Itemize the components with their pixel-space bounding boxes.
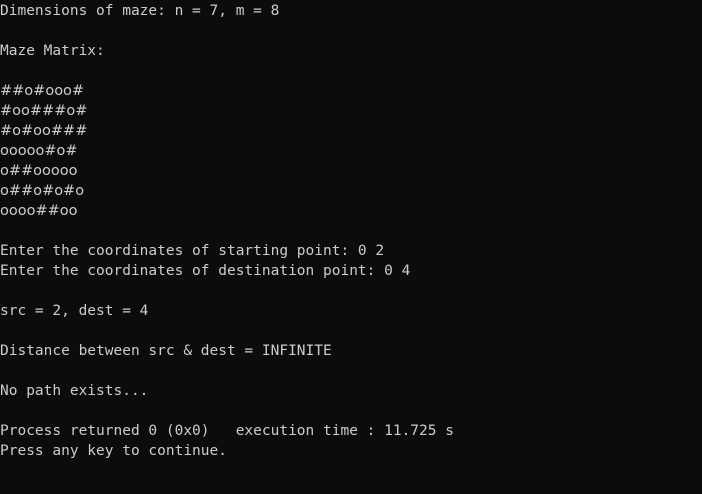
prompt-start-line: Enter the coordinates of starting point:… <box>0 243 385 259</box>
src-dest-line: src = 2, dest = 4 <box>0 303 149 319</box>
maze-header: Maze Matrix: <box>0 43 105 59</box>
maze-row: ##o#ooo# <box>0 83 85 99</box>
maze-row: o##ooooo <box>0 163 78 179</box>
distance-line: Distance between src & dest = INFINITE <box>0 343 332 359</box>
prompt-dest-line: Enter the coordinates of destination poi… <box>0 263 411 279</box>
maze-row: o##o#o#o <box>0 183 85 199</box>
maze-row: #o#oo### <box>0 123 88 139</box>
console-window[interactable]: Dimensions of maze: n = 7, m = 8 Maze Ma… <box>0 0 702 494</box>
press-any-key-line: Press any key to continue. <box>0 443 227 459</box>
dimensions-line: Dimensions of maze: n = 7, m = 8 <box>0 3 280 19</box>
maze-row: oooo##oo <box>0 203 78 219</box>
maze-row: #oo###o# <box>0 103 88 119</box>
maze-row: ooooo#o# <box>0 143 78 159</box>
process-returned-line: Process returned 0 (0x0) execution time … <box>0 423 454 439</box>
no-path-line: No path exists... <box>0 383 149 399</box>
